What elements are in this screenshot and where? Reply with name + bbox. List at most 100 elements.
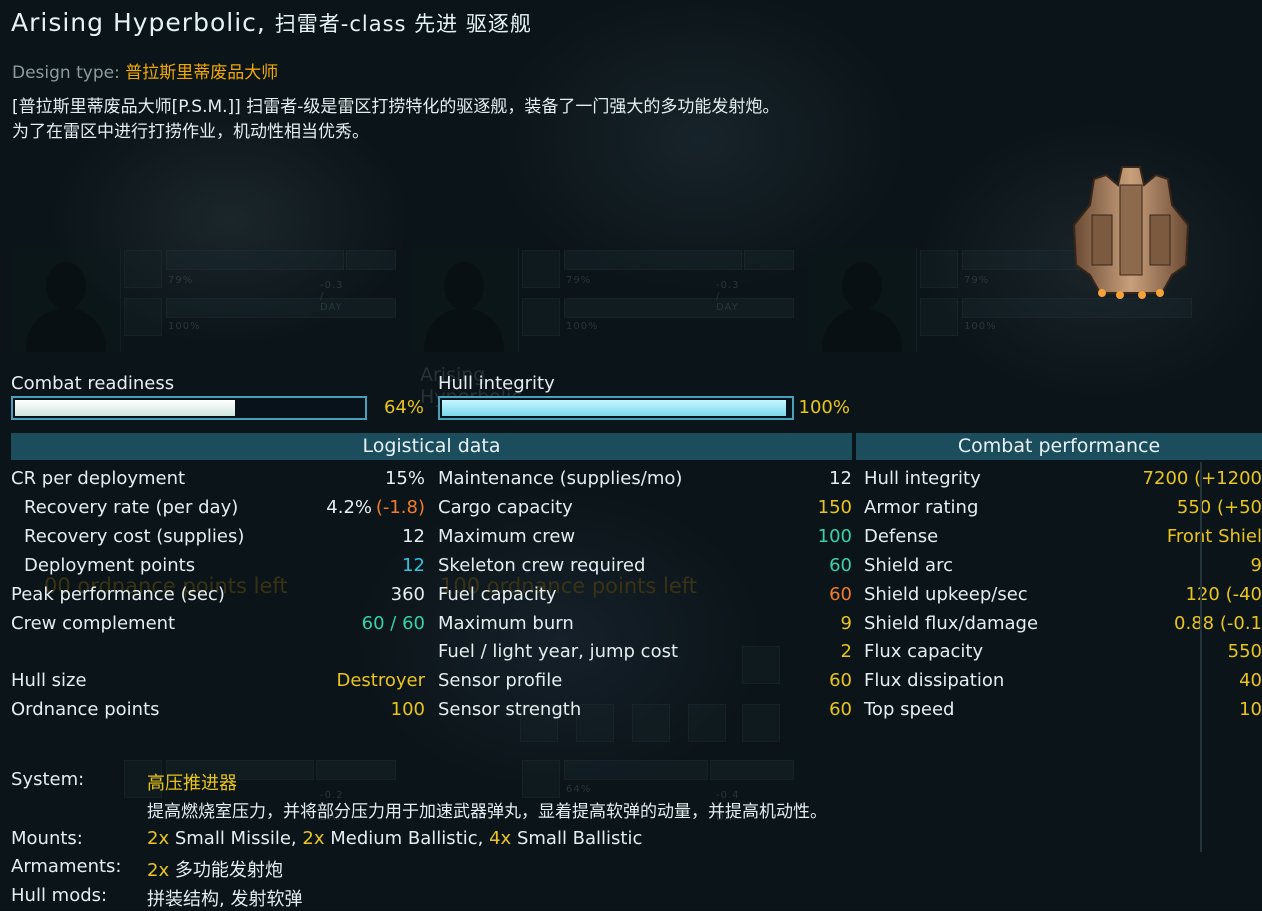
- stat-label: Shield arc: [864, 555, 953, 576]
- combat-readiness-label: Combat readiness: [11, 373, 175, 394]
- armaments-label: Armaments:: [11, 856, 122, 877]
- stat-label: Crew complement: [11, 613, 176, 634]
- logistical-data-header: Logistical data: [11, 433, 852, 460]
- stat-value: 360: [390, 584, 425, 605]
- stat-label: Deployment points: [24, 555, 196, 576]
- star-icon: [124, 250, 162, 288]
- stat-label: Flux capacity: [864, 641, 984, 662]
- hull-integrity-label: Hull integrity: [438, 373, 555, 394]
- stat-label: Maximum burn: [438, 613, 574, 634]
- stat-label: Recovery rate (per day): [24, 497, 239, 518]
- mount-type: Medium Ballistic,: [330, 828, 484, 849]
- stat-value: 4.2%: [326, 497, 372, 518]
- stat-value: 60: [829, 699, 852, 720]
- mounts-list: 2x Small Missile, 2x Medium Ballistic, 4…: [147, 828, 642, 849]
- hull-integrity-bar: [438, 396, 794, 420]
- wrench-icon: [124, 298, 162, 336]
- ship-description: [普拉斯里蒂废品大师[P.S.M.]] 扫雷者-级是雷区打捞特化的驱逐舰，装备了…: [12, 95, 779, 145]
- stat-label: Shield upkeep/sec: [864, 584, 1028, 605]
- description-line: [普拉斯里蒂废品大师[P.S.M.]] 扫雷者-级是雷区打捞特化的驱逐舰，装备了…: [12, 97, 780, 117]
- ghost-text: 79%: [566, 275, 592, 286]
- stat-label: Top speed: [864, 699, 955, 720]
- stat-value: 7200 (+1200: [1142, 468, 1262, 489]
- stat-label: Ordnance points: [11, 699, 160, 720]
- stat-label: Shield flux/damage: [864, 613, 1039, 634]
- armaments-list: 2x 多功能发射炮: [147, 856, 283, 882]
- tool-icon: [688, 704, 726, 742]
- officer-portrait: [808, 248, 917, 352]
- stat-value: 550: [1227, 641, 1262, 662]
- stat-label: Hull integrity: [864, 468, 981, 489]
- hull-integrity-value: 100%: [798, 397, 850, 418]
- stat-value: Destroyer: [336, 670, 425, 691]
- stat-value: 40: [1239, 670, 1262, 691]
- stat-value: 0.88 (-0.1: [1174, 613, 1262, 634]
- stat-value: 60 / 60: [361, 613, 425, 634]
- stat-label: Sensor profile: [438, 670, 563, 691]
- design-type: Design type: 普拉斯里蒂废品大师: [12, 58, 278, 83]
- armament-count: 2x: [147, 860, 170, 881]
- stat-value: 12: [829, 468, 852, 489]
- stat-value: 2: [840, 641, 852, 662]
- tool-icon: [576, 704, 614, 742]
- combat-readiness-value: 64%: [383, 397, 424, 418]
- officer-portrait: [410, 248, 519, 352]
- ghost-text: 100%: [168, 321, 201, 332]
- stat-label: Fuel / light year, jump cost: [438, 641, 679, 662]
- stat-value: 60: [829, 555, 852, 576]
- ghost-text: 79%: [168, 275, 194, 286]
- mount-type: Small Missile,: [174, 828, 297, 849]
- star-icon: [522, 250, 560, 288]
- design-type-label: Design type:: [12, 63, 120, 83]
- hull-mods-list: 拼装结构, 发射软弹: [147, 889, 303, 910]
- stat-value: 550 (+50: [1176, 497, 1262, 518]
- combat-readiness-bar: [11, 396, 367, 420]
- stat-label: Fuel capacity: [438, 584, 557, 605]
- wrench-icon: [920, 298, 958, 336]
- stat-value: 15%: [384, 468, 425, 489]
- hull-integrity-fill: [442, 400, 786, 416]
- stat-value: 60: [829, 584, 852, 605]
- scrollbar-track[interactable]: [1200, 462, 1202, 852]
- stat-value: 9: [1250, 555, 1262, 576]
- stat-value: 100: [817, 526, 852, 547]
- star-icon: [920, 250, 958, 288]
- stat-value: 150: [817, 497, 852, 518]
- ghost-text: 100%: [964, 321, 997, 332]
- stat-label: Peak performance (sec): [11, 584, 225, 605]
- mount-count: 2x: [147, 828, 170, 849]
- design-type-value: 普拉斯里蒂废品大师: [125, 63, 279, 83]
- stat-label: Armor rating: [864, 497, 979, 518]
- combat-performance-header: Combat performance: [856, 433, 1262, 460]
- mount-count: 4x: [489, 828, 512, 849]
- hull-mods-label: Hull mods:: [11, 885, 108, 906]
- stat-label: Maximum crew: [438, 526, 576, 547]
- ghost-text: 64%: [566, 784, 592, 795]
- stat-value: Front Shiel: [1166, 526, 1262, 547]
- stat-delta: (-1.8): [375, 497, 425, 518]
- ship-title: Arising Hyperbolic, 扫雷者-class 先进 驱逐舰: [11, 8, 532, 38]
- stat-value: 60: [829, 670, 852, 691]
- wrench-icon: [522, 298, 560, 336]
- stat-label: Recovery cost (supplies): [24, 526, 245, 547]
- stat-value: 12: [402, 526, 425, 547]
- ship-sprite: [1072, 166, 1190, 299]
- ghost-text: -0.3 / DAY: [320, 280, 344, 313]
- armament-name: 多功能发射炮: [174, 860, 283, 881]
- stat-label: Hull size: [11, 670, 87, 691]
- ghost-text: 100%: [566, 321, 599, 332]
- officer-portrait: [12, 248, 121, 352]
- system-label: System:: [11, 769, 85, 790]
- ship-class: 扫雷者-class 先进 驱逐舰: [274, 12, 532, 36]
- stat-value: 120 (-40: [1185, 584, 1262, 605]
- mount-count: 2x: [302, 828, 325, 849]
- ship-name: Arising Hyperbolic,: [11, 8, 266, 37]
- stat-label: Maintenance (supplies/mo): [438, 468, 683, 489]
- stat-label: Defense: [864, 526, 939, 547]
- combat-readiness-fill: [15, 400, 235, 416]
- stat-label: CR per deployment: [11, 468, 186, 489]
- mount-type: Small Ballistic: [516, 828, 643, 849]
- ghost-text: -0.3 / DAY: [716, 280, 740, 313]
- stat-label: Sensor strength: [438, 699, 582, 720]
- stat-label: Flux dissipation: [864, 670, 1005, 691]
